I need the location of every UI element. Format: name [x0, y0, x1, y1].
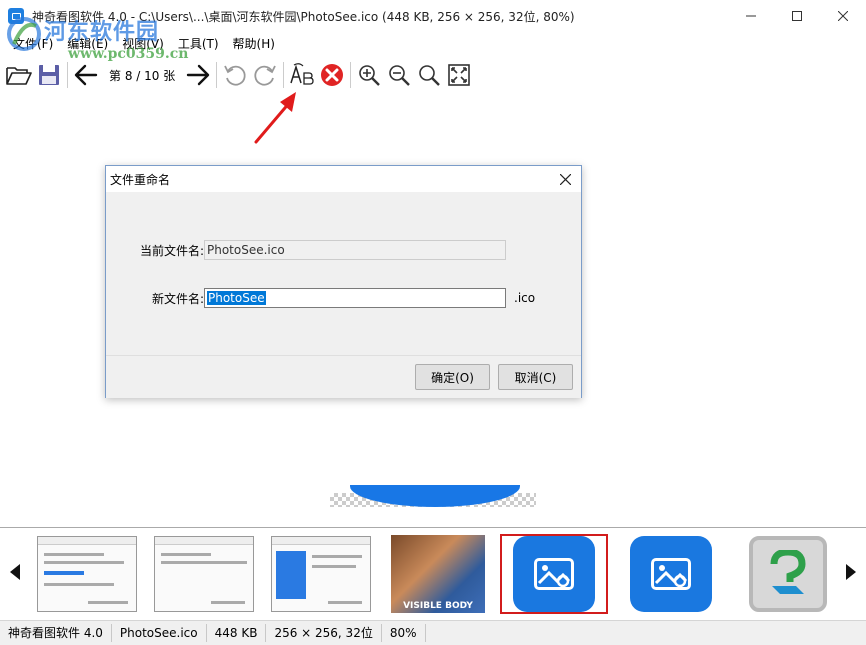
next-button[interactable]: [183, 60, 213, 90]
zoom-out-button[interactable]: [384, 60, 414, 90]
title-bar: 神奇看图软件 4.0 - C:\Users\...\桌面\河东软件园\Photo…: [0, 0, 866, 32]
current-filename-label: 当前文件名:: [139, 243, 204, 258]
menu-view[interactable]: 视图(V): [115, 32, 171, 56]
dialog-close-button[interactable]: [549, 166, 581, 192]
rename-dialog: 文件重命名 当前文件名: PhotoSee.ico 新文件名: PhotoSee…: [105, 165, 582, 398]
close-button[interactable]: [820, 0, 866, 32]
page-indicator: 第 8 / 10 张: [109, 68, 176, 83]
fit-screen-icon: [448, 64, 471, 86]
minimize-button[interactable]: [728, 0, 774, 32]
zoom-in-button[interactable]: [354, 60, 384, 90]
maximize-icon: [792, 11, 802, 21]
thumbnail-item[interactable]: [734, 534, 842, 614]
zoom-actual-icon: [419, 65, 441, 86]
thumbnail-item[interactable]: [33, 534, 141, 614]
window-title: 神奇看图软件 4.0 - C:\Users\...\桌面\河东软件园\Photo…: [32, 9, 575, 24]
thumbnail-strip: VISIBLE BODY: [0, 527, 866, 619]
thumbnail-item[interactable]: [267, 534, 375, 614]
thumbnail-item[interactable]: VISIBLE BODY: [384, 534, 492, 614]
new-filename-input[interactable]: PhotoSee: [204, 288, 506, 308]
current-filename-row: 当前文件名: PhotoSee.ico: [106, 240, 506, 260]
new-filename-label: 新文件名:: [151, 291, 204, 306]
previous-arrow-icon: [74, 64, 98, 86]
annotation-arrow-icon: [254, 92, 296, 144]
help-tile-icon: [749, 536, 827, 612]
zoom-actual-button[interactable]: [414, 60, 444, 90]
close-icon: [838, 11, 848, 21]
visible-body-label: VISIBLE BODY: [403, 601, 473, 611]
scroll-right-icon[interactable]: [844, 564, 858, 580]
status-bar: 神奇看图软件 4.0 PhotoSee.ico 448 KB 256 × 256…: [0, 620, 866, 645]
delete-button[interactable]: [317, 60, 347, 90]
status-filename: PhotoSee.ico: [112, 624, 207, 642]
new-filename-row: 新文件名: PhotoSee .ico: [106, 288, 535, 308]
next-arrow-icon: [187, 64, 210, 86]
photosee-tile-icon: [630, 536, 712, 612]
save-icon: [39, 65, 59, 85]
extension-label: .ico: [514, 291, 536, 305]
thumbnail-item-selected[interactable]: [500, 534, 608, 614]
toolbar: 第 8 / 10 张: [0, 57, 866, 93]
open-folder-icon: [6, 67, 32, 85]
status-dimensions: 256 × 256, 32位: [266, 624, 382, 642]
fit-screen-button[interactable]: [444, 60, 474, 90]
selected-text: PhotoSee: [207, 291, 266, 305]
dialog-title-bar: 文件重命名: [106, 166, 581, 192]
toolbar-separator: [283, 62, 285, 88]
menu-help[interactable]: 帮助(H): [226, 32, 282, 56]
thumbnail-item[interactable]: [617, 534, 725, 614]
previous-button[interactable]: [71, 60, 101, 90]
menu-bar: 文件(F) 编辑(E) 视图(V) 工具(T) 帮助(H): [0, 32, 866, 56]
dialog-footer: 确定(O) 取消(C): [106, 355, 581, 398]
status-app: 神奇看图软件 4.0: [0, 624, 112, 642]
dialog-title: 文件重命名: [110, 172, 171, 187]
zoom-out-icon: [389, 65, 411, 86]
open-button[interactable]: [4, 60, 34, 90]
toolbar-separator: [216, 62, 218, 88]
ok-button[interactable]: 确定(O): [415, 364, 490, 390]
rotate-right-button[interactable]: [250, 60, 280, 90]
menu-edit[interactable]: 编辑(E): [60, 32, 115, 56]
close-icon: [559, 173, 571, 185]
toolbar-separator: [67, 62, 68, 88]
delete-icon: [321, 64, 344, 86]
rename-button[interactable]: [287, 60, 317, 90]
current-filename-field: PhotoSee.ico: [204, 240, 506, 260]
photosee-tile-icon: [513, 536, 595, 612]
save-button[interactable]: [34, 60, 64, 90]
zoom-in-icon: [359, 65, 381, 86]
app-icon: [8, 8, 24, 24]
window-controls: [728, 0, 866, 32]
menu-tools[interactable]: 工具(T): [171, 32, 226, 56]
rotate-right-icon: [254, 65, 277, 86]
thumbnail-item[interactable]: [150, 534, 258, 614]
rotate-left-icon: [224, 65, 246, 86]
status-zoom: 80%: [382, 624, 426, 642]
maximize-button[interactable]: [774, 0, 820, 32]
menu-file[interactable]: 文件(F): [6, 32, 60, 56]
minimize-icon: [746, 15, 756, 17]
cancel-button[interactable]: 取消(C): [498, 364, 573, 390]
rename-icon: [290, 63, 314, 85]
status-size: 448 KB: [207, 624, 267, 642]
toolbar-separator: [350, 62, 352, 88]
scroll-left-icon[interactable]: [8, 564, 22, 580]
rotate-left-button[interactable]: [220, 60, 250, 90]
